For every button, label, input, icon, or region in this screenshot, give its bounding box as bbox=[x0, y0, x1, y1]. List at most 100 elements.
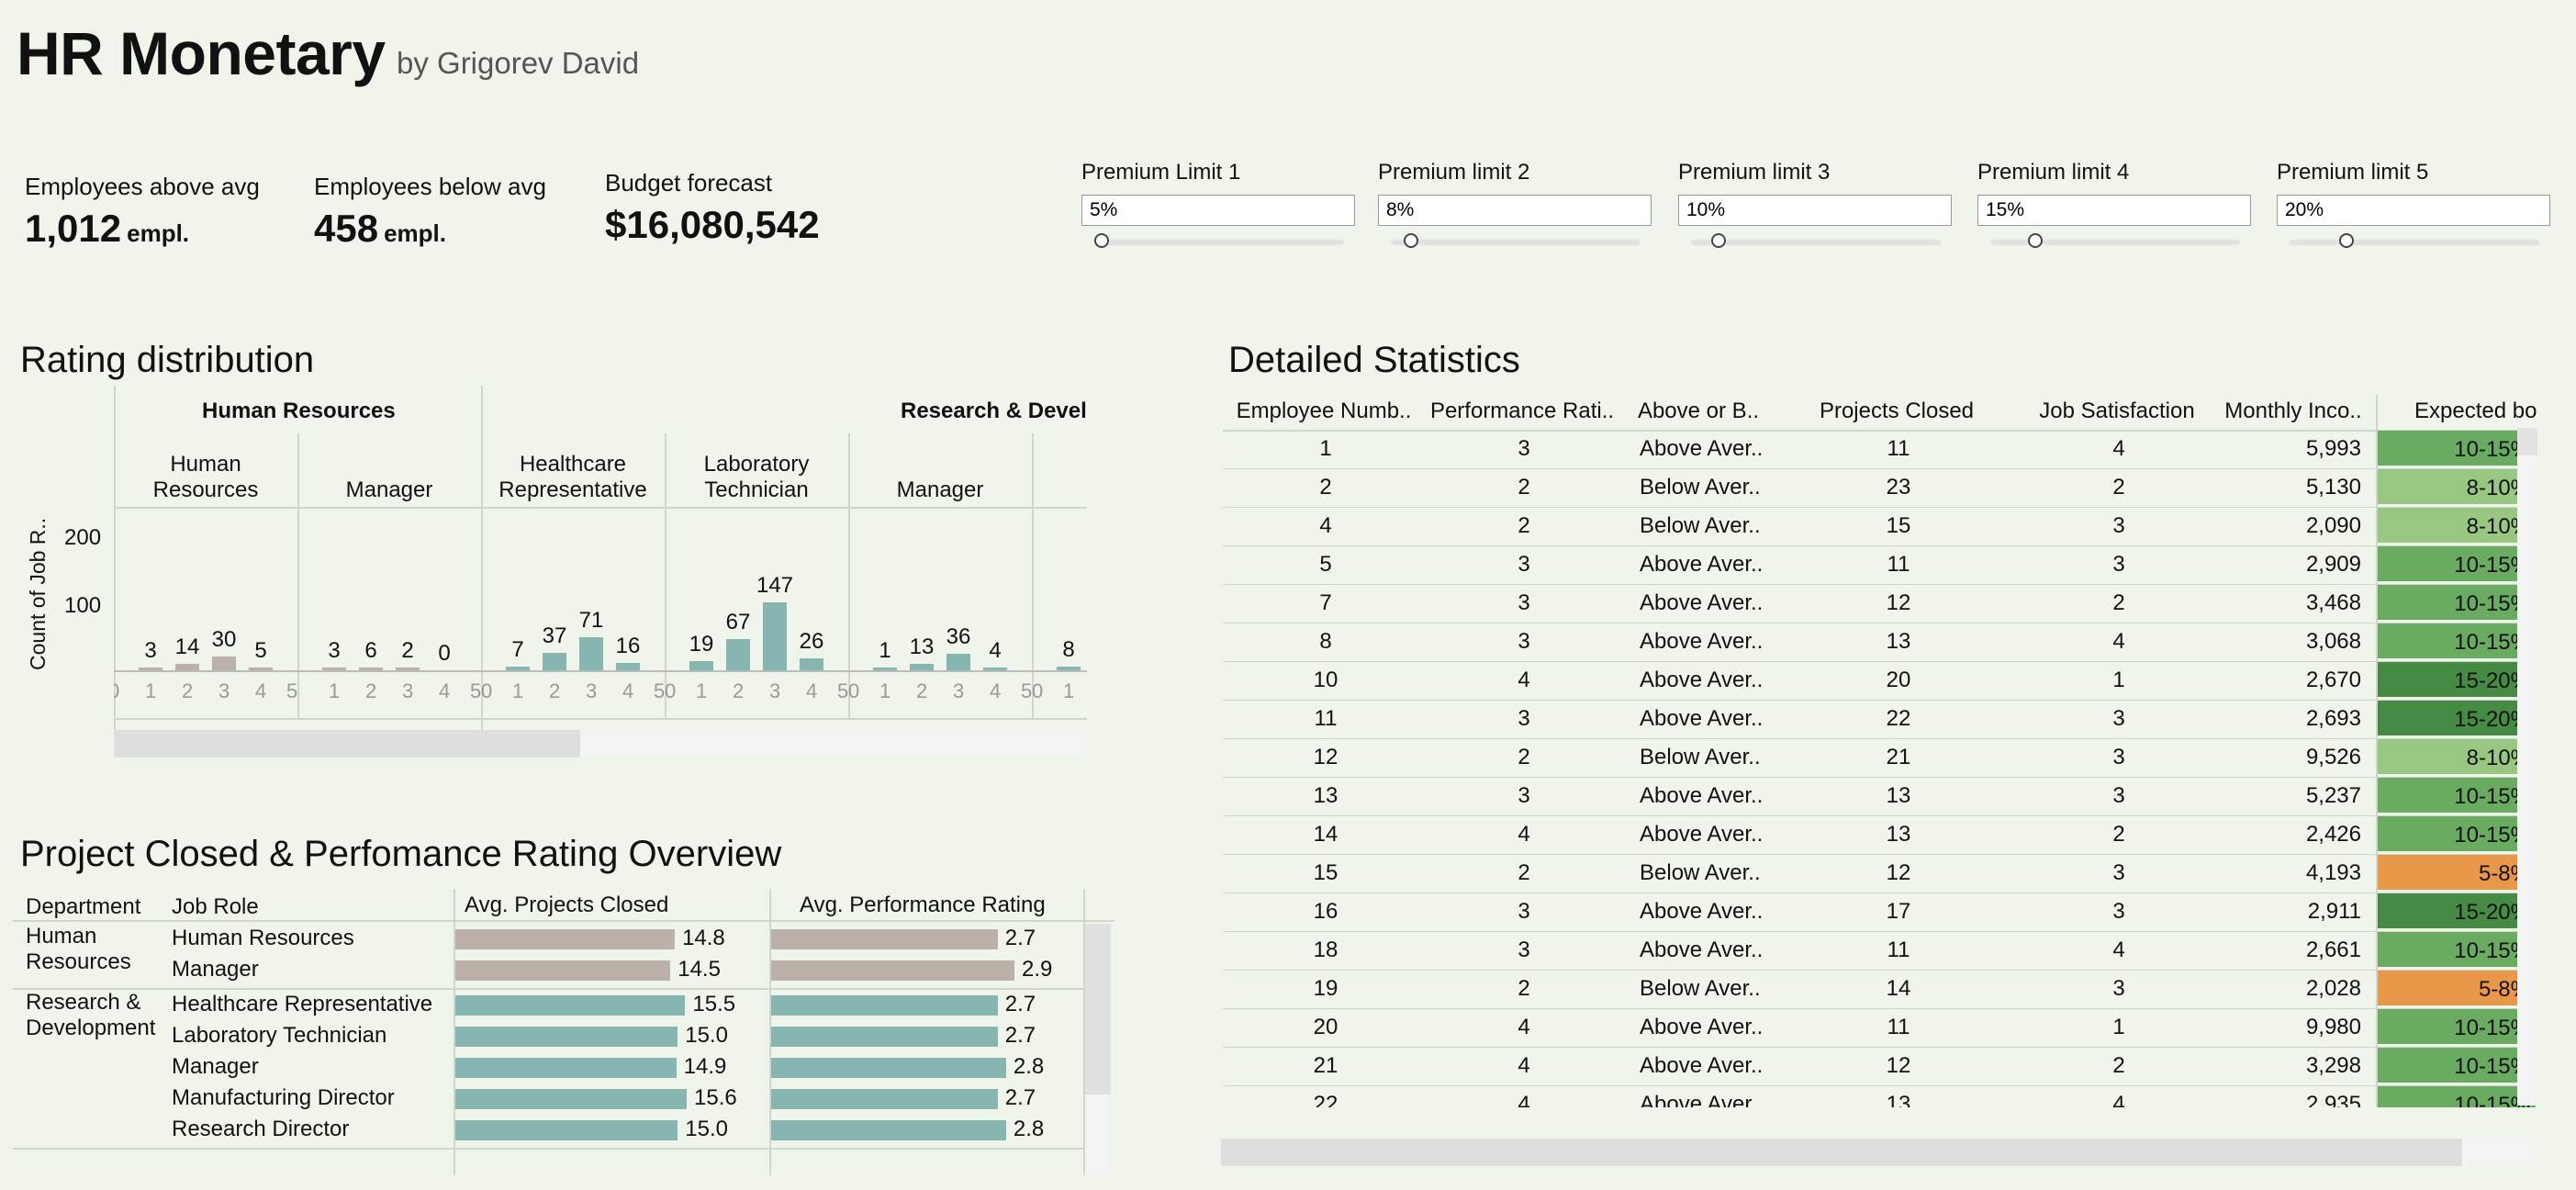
table-cell: 3 bbox=[1518, 937, 1530, 962]
x-tick-label: 5 bbox=[654, 679, 666, 702]
premium-limit-5: Premium limit 5 bbox=[2277, 160, 2552, 250]
table-cell: 4 bbox=[1319, 513, 1332, 538]
slider-thumb[interactable] bbox=[1710, 233, 1726, 248]
table-row[interactable]: 1 3 Above Aver.. 11 4 5,993 10-15% bbox=[1223, 430, 2536, 469]
x-tick-label: 2 bbox=[365, 679, 377, 702]
table-row[interactable]: 19 2 Below Aver.. 14 3 2,028 5-8% bbox=[1223, 970, 2536, 1009]
table-cell: 14 bbox=[1313, 822, 1338, 847]
table-row[interactable]: 22 4 Above Aver.. 13 4 2,935 10-15% bbox=[1223, 1085, 2536, 1107]
param-slider[interactable] bbox=[1678, 231, 1954, 250]
table-row[interactable]: 16 3 Above Aver.. 17 3 2,911 15-20% bbox=[1223, 892, 2536, 932]
slider-track[interactable] bbox=[1391, 240, 1641, 245]
table-cell: 7 bbox=[1319, 590, 1332, 615]
param-input[interactable] bbox=[1977, 195, 2251, 226]
bar-value-label: 71 bbox=[578, 608, 604, 634]
table-cell: Below Aver.. bbox=[1640, 513, 1761, 538]
expected-bonus-cell: 10-15% bbox=[2378, 1009, 2536, 1044]
slider-thumb[interactable] bbox=[1403, 233, 1418, 248]
expected-bonus-cell: 10-15% bbox=[2378, 778, 2536, 813]
param-label: Premium Limit 1 bbox=[1081, 160, 1241, 185]
expected-bonus-cell: 15-20% bbox=[2378, 893, 2536, 928]
slider-thumb[interactable] bbox=[2339, 233, 2355, 248]
table-cell: 4,193 bbox=[2305, 860, 2361, 885]
slider-track[interactable] bbox=[2290, 240, 2539, 245]
table-row[interactable]: 18 3 Above Aver.. 11 4 2,661 10-15% bbox=[1223, 931, 2536, 971]
dashboard-subtitle: by Grigorev David bbox=[397, 46, 640, 80]
param-input[interactable] bbox=[2277, 195, 2550, 226]
slider-track[interactable] bbox=[1691, 240, 1941, 245]
slider-thumb[interactable] bbox=[1094, 233, 1109, 248]
table-cell: Above Aver.. bbox=[1640, 668, 1764, 692]
x-tick-label: 3 bbox=[218, 679, 230, 702]
projects-closed-bar bbox=[455, 1089, 687, 1109]
param-input[interactable] bbox=[1678, 195, 1952, 226]
table-cell: 20 bbox=[1313, 1015, 1338, 1039]
slider-thumb[interactable] bbox=[2027, 233, 2043, 248]
performance-rating-value: 2.9 bbox=[1022, 957, 1053, 982]
table-cell: Above Aver.. bbox=[1640, 899, 1764, 924]
table-cell: 2,909 bbox=[2305, 552, 2361, 577]
y-axis-label: Count of Job R.. bbox=[26, 517, 50, 670]
performance-rating-bar bbox=[771, 1027, 998, 1047]
param-slider[interactable] bbox=[1977, 231, 2253, 250]
expected-bonus-cell: 10-15% bbox=[2378, 623, 2536, 658]
x-tick-label: 2 bbox=[549, 679, 561, 702]
scrollbar-thumb[interactable] bbox=[1221, 1139, 2462, 1166]
param-input[interactable] bbox=[1081, 195, 1355, 226]
table-row[interactable]: 21 4 Above Aver.. 12 2 3,298 10-15% bbox=[1223, 1047, 2536, 1086]
performance-rating-bar bbox=[771, 960, 1014, 981]
table-row[interactable]: 7 3 Above Aver.. 12 2 3,468 10-15% bbox=[1223, 584, 2536, 623]
rating-horizontal-scrollbar[interactable] bbox=[114, 730, 1085, 758]
table-row[interactable]: 14 4 Above Aver.. 13 2 2,426 10-15% bbox=[1223, 815, 2536, 855]
table-cell: Above Aver.. bbox=[1640, 822, 1764, 847]
table-cell: 9,980 bbox=[2305, 1015, 2361, 1039]
table-cell: 2,661 bbox=[2305, 937, 2361, 962]
x-tick-label: 5 bbox=[1021, 679, 1033, 702]
x-tick-label: 3 bbox=[769, 679, 781, 702]
slider-track[interactable] bbox=[1094, 240, 1344, 245]
param-input[interactable] bbox=[1378, 195, 1652, 226]
scrollbar-thumb[interactable] bbox=[2517, 428, 2537, 455]
table-cell: 9,526 bbox=[2305, 745, 2361, 769]
table-row[interactable]: 20 4 Above Aver.. 11 1 9,980 10-15% bbox=[1223, 1008, 2536, 1048]
table-cell: Above Aver.. bbox=[1640, 706, 1764, 731]
projects-closed-bar bbox=[455, 1120, 678, 1140]
table-row[interactable]: 15 2 Below Aver.. 12 3 4,193 5-8% bbox=[1223, 854, 2536, 893]
rating-bar bbox=[800, 657, 823, 670]
table-row[interactable]: 10 4 Above Aver.. 20 1 2,670 15-20% bbox=[1223, 661, 2536, 701]
table-cell: 2 bbox=[1319, 475, 1332, 500]
table-row[interactable]: 12 2 Below Aver.. 21 3 9,526 8-10% bbox=[1223, 738, 2536, 778]
premium-limit-3: Premium limit 3 bbox=[1678, 160, 1954, 250]
table-row[interactable]: 13 3 Above Aver.. 13 3 5,237 10-15% bbox=[1223, 777, 2536, 816]
table-cell: 2 bbox=[1518, 475, 1530, 500]
param-slider[interactable] bbox=[1081, 231, 1357, 250]
table-cell: 5 bbox=[1319, 552, 1332, 577]
table-cell: 2 bbox=[1518, 513, 1530, 538]
table-cell: 21 bbox=[1886, 745, 1911, 769]
table-row[interactable]: 5 3 Above Aver.. 11 3 2,909 10-15% bbox=[1223, 545, 2536, 585]
table-cell: 12 bbox=[1886, 860, 1911, 885]
table-cell: 13 bbox=[1313, 783, 1338, 808]
table-cell: 2 bbox=[1518, 976, 1530, 1001]
bar-value-label: 19 bbox=[689, 632, 714, 657]
scrollbar-thumb[interactable] bbox=[114, 730, 580, 758]
rating-bar bbox=[139, 668, 162, 670]
table-row[interactable]: 11 3 Above Aver.. 22 3 2,693 15-20% bbox=[1223, 700, 2536, 739]
param-slider[interactable] bbox=[1378, 231, 1653, 250]
performance-rating-value: 2.8 bbox=[1013, 1054, 1045, 1079]
param-slider[interactable] bbox=[2277, 231, 2552, 250]
axis-line bbox=[114, 718, 1087, 720]
x-tick-label: 5 bbox=[837, 679, 849, 702]
kpi-above-avg: Employees above avg 1,012 empl. bbox=[25, 173, 260, 251]
table-scrollbar-thumb[interactable] bbox=[1085, 924, 1111, 1095]
table-cell: 13 bbox=[1886, 1092, 1911, 1107]
statistics-vertical-scrollbar[interactable] bbox=[2517, 428, 2537, 1106]
statistics-horizontal-scrollbar[interactable] bbox=[1221, 1139, 2537, 1166]
expected-bonus-cell: 8-10% bbox=[2378, 469, 2536, 504]
table-cell: 22 bbox=[1886, 706, 1911, 731]
performance-rating-bar bbox=[771, 1058, 1006, 1078]
table-row[interactable]: 4 2 Below Aver.. 15 3 2,090 8-10% bbox=[1223, 507, 2536, 546]
table-row[interactable]: 8 3 Above Aver.. 13 4 3,068 10-15% bbox=[1223, 623, 2536, 662]
detailed-statistics-title: Detailed Statistics bbox=[1228, 340, 1520, 380]
table-row[interactable]: 2 2 Below Aver.. 23 2 5,130 8-10% bbox=[1223, 468, 2536, 508]
